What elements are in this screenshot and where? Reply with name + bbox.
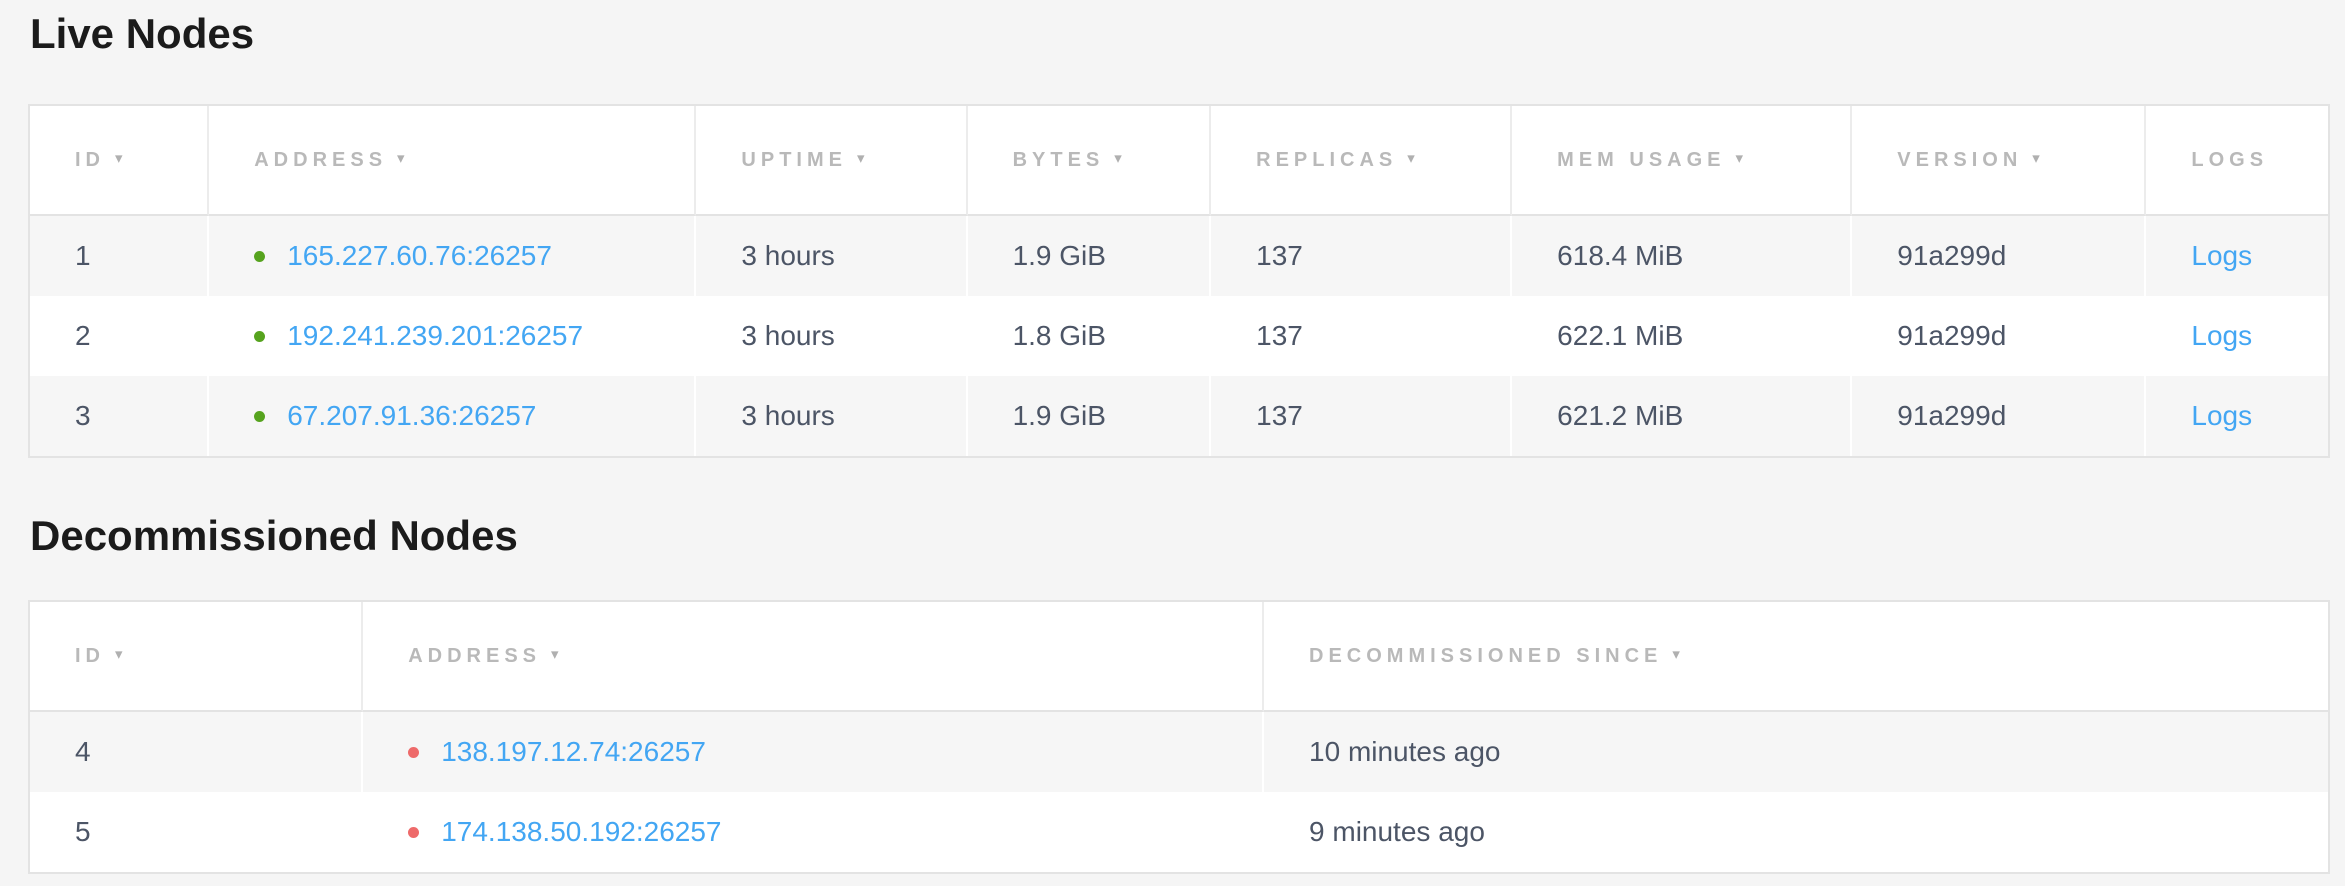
logs-link[interactable]: Logs (2191, 400, 2252, 431)
node-mem-usage-cell: 618.4 MiB (1512, 216, 1852, 296)
column-header-mem-usage[interactable]: MEM USAGE ▾ (1512, 106, 1852, 216)
table-row: 1 165.227.60.76:26257 3 hours 1.9 GiB 13… (30, 216, 2328, 296)
node-logs-cell: Logs (2146, 216, 2328, 296)
node-id-cell: 5 (30, 792, 363, 872)
live-nodes-header: ID ▾ ADDRESS ▾ UPTIME ▾ BYTES ▾ REPLICAS ▾ ME… (30, 106, 2328, 216)
node-replicas-cell: 137 (1211, 216, 1512, 296)
decommissioned-nodes-table: ID ▾ ADDRESS ▾ DECOMMISSIONED SINCE ▾ 4 138… (28, 600, 2330, 874)
nodes-page: Live Nodes ID ▾ ADDRESS ▾ UPTIME ▾ BYTES ▾ R… (0, 0, 2345, 874)
node-version-cell: 91a299d (1852, 216, 2146, 296)
node-bytes-cell: 1.9 GiB (968, 376, 1212, 456)
column-label: ID (75, 149, 105, 171)
node-uptime-cell: 3 hours (696, 376, 967, 456)
table-row: 4 138.197.12.74:26257 10 minutes ago (30, 712, 2328, 792)
sort-arrow-icon: ▾ (1407, 150, 1415, 167)
node-uptime-cell: 3 hours (696, 296, 967, 376)
column-header-bytes[interactable]: BYTES ▾ (968, 106, 1212, 216)
live-nodes-body: 1 165.227.60.76:26257 3 hours 1.9 GiB 13… (30, 216, 2328, 456)
live-status-dot-icon (254, 251, 265, 262)
column-label: LOGS (2191, 149, 2268, 171)
column-header-address[interactable]: ADDRESS ▾ (363, 602, 1264, 712)
sort-arrow-icon: ▾ (1114, 150, 1122, 167)
sort-arrow-icon: ▾ (115, 646, 123, 663)
column-header-version[interactable]: VERSION ▾ (1852, 106, 2146, 216)
sort-arrow-icon: ▾ (1736, 150, 1744, 167)
column-header-address[interactable]: ADDRESS ▾ (209, 106, 696, 216)
live-status-dot-icon (254, 411, 265, 422)
node-uptime-cell: 3 hours (696, 216, 967, 296)
node-bytes-cell: 1.8 GiB (968, 296, 1212, 376)
sort-arrow-icon: ▾ (115, 150, 123, 167)
node-version-cell: 91a299d (1852, 296, 2146, 376)
node-address-link[interactable]: 67.207.91.36:26257 (287, 400, 536, 431)
decommissioned-status-dot-icon (408, 827, 419, 838)
node-address-cell: 165.227.60.76:26257 (209, 216, 696, 296)
node-address-link[interactable]: 165.227.60.76:26257 (287, 240, 552, 271)
decommissioned-nodes-header: ID ▾ ADDRESS ▾ DECOMMISSIONED SINCE ▾ (30, 602, 2328, 712)
sort-arrow-icon: ▾ (551, 646, 559, 663)
column-header-id[interactable]: ID ▾ (30, 106, 209, 216)
logs-link[interactable]: Logs (2191, 240, 2252, 271)
header-row: ID ▾ ADDRESS ▾ DECOMMISSIONED SINCE ▾ (30, 602, 2328, 712)
column-label: REPLICAS (1256, 149, 1397, 171)
node-replicas-cell: 137 (1211, 296, 1512, 376)
node-address-cell: 192.241.239.201:26257 (209, 296, 696, 376)
table-row: 2 192.241.239.201:26257 3 hours 1.8 GiB … (30, 296, 2328, 376)
sort-arrow-icon: ▾ (397, 150, 405, 167)
node-id-cell: 1 (30, 216, 209, 296)
header-row: ID ▾ ADDRESS ▾ UPTIME ▾ BYTES ▾ REPLICAS ▾ ME… (30, 106, 2328, 216)
column-header-logs: LOGS (2146, 106, 2328, 216)
column-header-decommissioned-since[interactable]: DECOMMISSIONED SINCE ▾ (1264, 602, 2328, 712)
live-nodes-title: Live Nodes (30, 12, 2330, 56)
column-label: ID (75, 645, 105, 667)
decommissioned-status-dot-icon (408, 747, 419, 758)
node-address-link[interactable]: 192.241.239.201:26257 (287, 320, 583, 351)
node-address-cell: 67.207.91.36:26257 (209, 376, 696, 456)
decommissioned-nodes-body: 4 138.197.12.74:26257 10 minutes ago 5 1… (30, 712, 2328, 872)
node-address-cell: 174.138.50.192:26257 (363, 792, 1264, 872)
sort-arrow-icon: ▾ (2032, 150, 2040, 167)
decommissioned-nodes-title: Decommissioned Nodes (30, 514, 2330, 558)
live-status-dot-icon (254, 331, 265, 342)
node-mem-usage-cell: 622.1 MiB (1512, 296, 1852, 376)
column-header-uptime[interactable]: UPTIME ▾ (696, 106, 967, 216)
node-replicas-cell: 137 (1211, 376, 1512, 456)
node-id-cell: 3 (30, 376, 209, 456)
node-version-cell: 91a299d (1852, 376, 2146, 456)
node-id-cell: 2 (30, 296, 209, 376)
column-label: ADDRESS (408, 645, 541, 667)
table-row: 5 174.138.50.192:26257 9 minutes ago (30, 792, 2328, 872)
node-logs-cell: Logs (2146, 376, 2328, 456)
column-header-replicas[interactable]: REPLICAS ▾ (1211, 106, 1512, 216)
column-label: ADDRESS (254, 149, 387, 171)
column-label: BYTES (1013, 149, 1105, 171)
node-id-cell: 4 (30, 712, 363, 792)
node-mem-usage-cell: 621.2 MiB (1512, 376, 1852, 456)
logs-link[interactable]: Logs (2191, 320, 2252, 351)
column-label: DECOMMISSIONED SINCE (1309, 645, 1662, 667)
node-since-cell: 10 minutes ago (1264, 712, 2328, 792)
column-label: MEM USAGE (1557, 149, 1725, 171)
column-label: VERSION (1897, 149, 2022, 171)
sort-arrow-icon: ▾ (857, 150, 865, 167)
node-address-link[interactable]: 174.138.50.192:26257 (441, 816, 721, 847)
column-header-id[interactable]: ID ▾ (30, 602, 363, 712)
node-logs-cell: Logs (2146, 296, 2328, 376)
table-row: 3 67.207.91.36:26257 3 hours 1.9 GiB 137… (30, 376, 2328, 456)
live-nodes-table: ID ▾ ADDRESS ▾ UPTIME ▾ BYTES ▾ REPLICAS ▾ ME… (28, 104, 2330, 458)
sort-arrow-icon: ▾ (1672, 646, 1680, 663)
node-address-cell: 138.197.12.74:26257 (363, 712, 1264, 792)
node-since-cell: 9 minutes ago (1264, 792, 2328, 872)
node-address-link[interactable]: 138.197.12.74:26257 (441, 736, 706, 767)
column-label: UPTIME (741, 149, 847, 171)
node-bytes-cell: 1.9 GiB (968, 216, 1212, 296)
